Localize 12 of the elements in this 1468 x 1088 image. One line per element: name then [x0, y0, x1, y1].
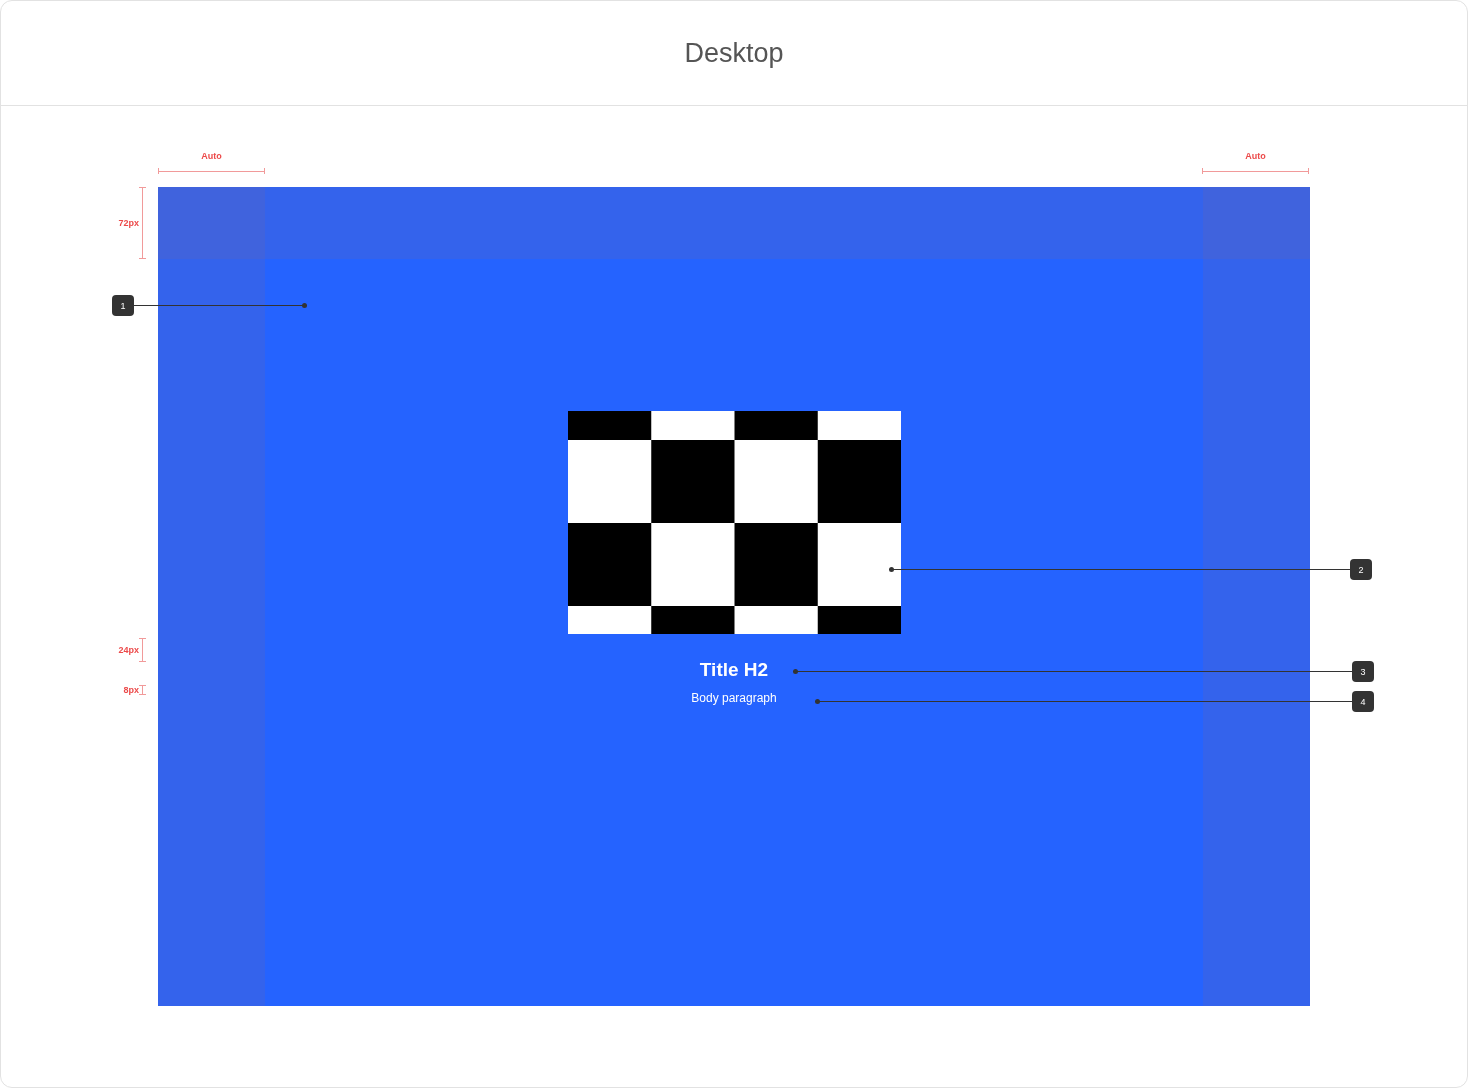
heading: Title H2 — [699, 658, 769, 682]
callout-badge: 4 — [1352, 691, 1374, 712]
callout-badge: 3 — [1352, 661, 1374, 682]
body-text: Body paragraph — [691, 690, 777, 706]
dimension-label: 24px — [118, 644, 139, 657]
dimension-label: 8px — [123, 684, 139, 697]
callout-badge: 2 — [1350, 559, 1372, 580]
dimension-label: Auto — [1244, 150, 1267, 163]
dimension-label: Auto — [200, 150, 223, 163]
dimension-label: 72px — [118, 217, 139, 230]
callout-badge: 1 — [112, 295, 134, 316]
window-title: Desktop — [684, 37, 784, 69]
